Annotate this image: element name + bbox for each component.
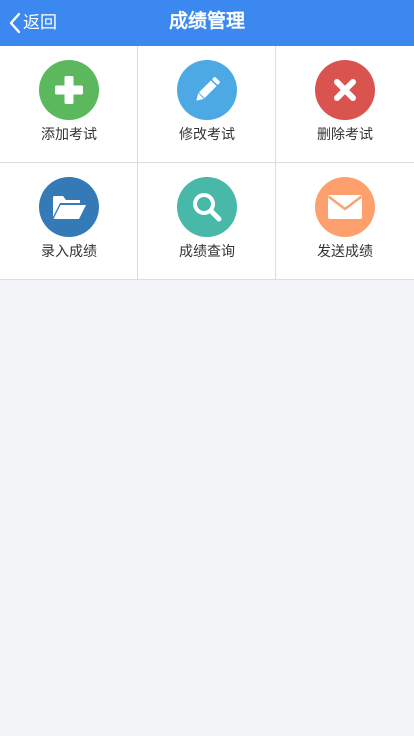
delete-exam-label: 删除考试	[317, 127, 373, 143]
send-scores-label: 发送成绩	[317, 244, 373, 260]
pencil-icon	[177, 60, 237, 120]
search-icon	[177, 177, 237, 237]
edit-exam-button[interactable]: 修改考试	[138, 46, 276, 163]
header-bar: 返回 成绩管理	[0, 0, 414, 46]
enter-scores-button[interactable]: 录入成绩	[0, 163, 138, 280]
grid-divider	[0, 162, 414, 163]
close-icon	[315, 60, 375, 120]
chevron-left-icon	[9, 12, 21, 34]
menu-grid: 添加考试 修改考试 删除考试 录入成绩 成绩查询 发送成绩	[0, 46, 414, 280]
score-query-button[interactable]: 成绩查询	[138, 163, 276, 280]
score-query-label: 成绩查询	[179, 244, 235, 260]
page-title: 成绩管理	[168, 10, 245, 32]
send-scores-button[interactable]: 发送成绩	[276, 163, 414, 280]
back-button[interactable]: 返回	[8, 8, 57, 38]
add-exam-button[interactable]: 添加考试	[0, 46, 138, 163]
plus-icon	[39, 60, 99, 120]
enter-scores-label: 录入成绩	[41, 244, 97, 260]
add-exam-label: 添加考试	[41, 127, 97, 143]
envelope-icon	[315, 177, 375, 237]
edit-exam-label: 修改考试	[179, 127, 235, 143]
back-label: 返回	[23, 13, 57, 33]
delete-exam-button[interactable]: 删除考试	[276, 46, 414, 163]
folder-open-icon	[39, 177, 99, 237]
